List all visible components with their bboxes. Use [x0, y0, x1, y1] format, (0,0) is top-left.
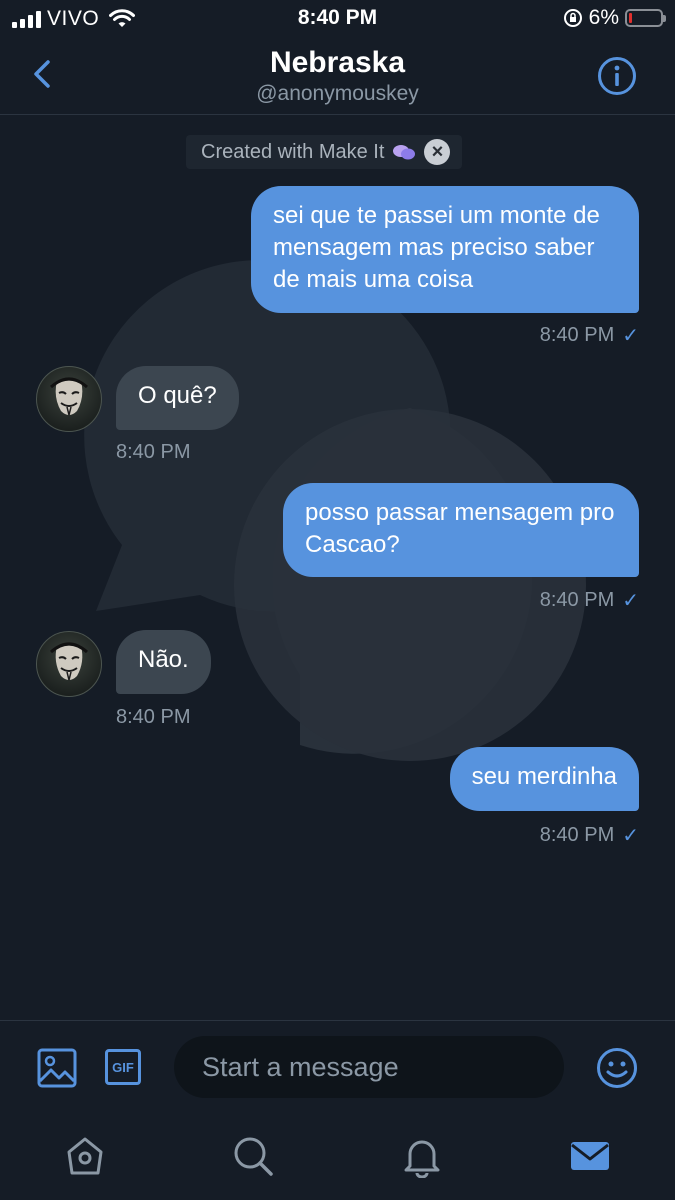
banner-text: Created with Make It — [201, 140, 385, 163]
outgoing-message[interactable]: sei que te passei um monte de mensagem m… — [251, 186, 639, 313]
emoji-icon[interactable] — [596, 1047, 638, 1089]
avatar[interactable] — [36, 366, 102, 432]
message-text: posso passar mensagem pro Cascao? — [305, 499, 615, 558]
check-icon: ✓ — [622, 590, 639, 612]
notifications-bell-icon[interactable] — [400, 1134, 444, 1178]
bottom-tab-bar — [0, 1114, 675, 1200]
message-meta: 8:40 PM ✓ — [540, 823, 639, 848]
check-icon: ✓ — [622, 325, 639, 347]
message-meta: 8:40 PM ✓ — [540, 323, 639, 348]
message-time: 8:40 PM — [116, 441, 191, 463]
home-icon[interactable] — [63, 1134, 107, 1178]
message-input[interactable] — [174, 1036, 564, 1098]
message-time: 8:40 PM — [116, 706, 191, 728]
message-text: O quê? — [138, 382, 217, 409]
gif-button[interactable]: GIF — [105, 1049, 141, 1085]
message-text: sei que te passei um monte de mensagem m… — [273, 202, 600, 293]
speech-bubbles-icon — [393, 145, 416, 160]
check-icon: ✓ — [622, 825, 639, 847]
image-icon[interactable] — [37, 1048, 77, 1088]
conversation-title[interactable]: Nebraska — [0, 46, 675, 80]
message-time: 8:40 PM — [539, 589, 615, 611]
message-composer: GIF — [0, 1020, 675, 1115]
battery-percent: 6% — [588, 6, 619, 29]
outgoing-message[interactable]: posso passar mensagem pro Cascao? — [283, 483, 639, 577]
avatar[interactable] — [36, 631, 102, 697]
incoming-message[interactable]: O quê? — [116, 366, 239, 430]
message-text: Não. — [138, 646, 189, 673]
search-icon[interactable] — [231, 1134, 275, 1178]
make-it-banner: Created with Make It × — [186, 135, 463, 169]
message-time: 8:40 PM — [539, 324, 615, 346]
status-bar: VIVO 8:40 PM 6% — [0, 0, 675, 40]
mask-icon — [50, 377, 88, 416]
incoming-message[interactable]: Não. — [116, 630, 211, 694]
info-icon[interactable] — [597, 56, 637, 96]
status-right: 6% — [563, 6, 666, 30]
messages-envelope-icon[interactable] — [568, 1134, 612, 1178]
close-banner-icon[interactable]: × — [424, 139, 451, 165]
message-text: seu merdinha — [471, 763, 617, 790]
message-time: 8:40 PM — [539, 824, 615, 846]
mask-icon — [50, 642, 88, 681]
battery-icon — [625, 9, 666, 27]
conversation-handle: @anonymouskey — [256, 82, 419, 105]
outgoing-message[interactable]: seu merdinha — [449, 747, 639, 811]
message-meta: 8:40 PM ✓ — [540, 588, 639, 613]
orientation-lock-icon — [563, 9, 582, 27]
conversation-header: Nebraska @anonymouskey — [0, 40, 675, 115]
